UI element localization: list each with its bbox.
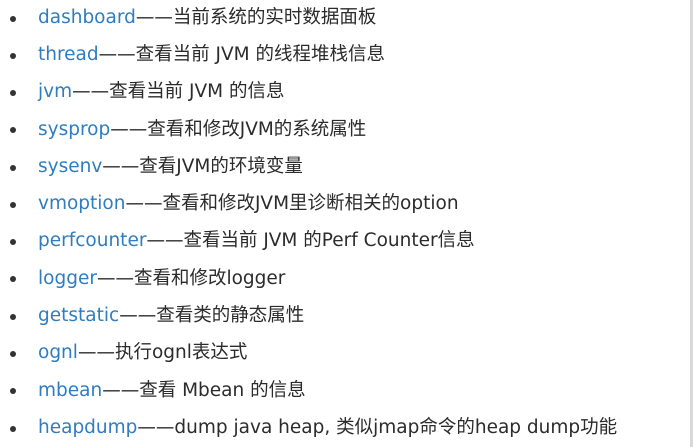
bullet-icon [10, 388, 16, 395]
command-description: ——执行ognl表达式 [77, 342, 248, 364]
list-item: sysprop——查看和修改JVM的系统属性 [0, 111, 688, 148]
bullet-icon [10, 425, 16, 432]
command-description: ——查看和修改JVM里诊断相关的option [125, 193, 459, 215]
list-item: dashboard——当前系统的实时数据面板 [0, 0, 688, 36]
command-link-vmoption[interactable]: vmoption [38, 193, 125, 214]
bullet-icon [10, 16, 16, 22]
command-description: ——查看和修改JVM的系统属性 [110, 118, 367, 140]
list-item: thread——查看当前 JVM 的线程堆栈信息 [0, 36, 688, 73]
command-description: ——查看当前 JVM 的信息 [72, 81, 285, 103]
command-link-thread[interactable]: thread [38, 44, 99, 65]
list-item: ognl——执行ognl表达式 [0, 334, 688, 371]
bullet-icon [10, 52, 16, 59]
bullet-icon [10, 313, 16, 320]
command-description: ——查看和修改logger [96, 267, 286, 289]
list-item: jvm——查看当前 JVM 的信息 [0, 73, 688, 110]
command-link-logger[interactable]: logger [38, 268, 97, 289]
command-list: dashboard——当前系统的实时数据面板 thread——查看当前 JVM … [0, 0, 688, 446]
command-link-sysenv[interactable]: sysenv [38, 156, 102, 177]
bullet-icon [10, 201, 16, 208]
command-description: ——查看当前 JVM 的Perf Counter信息 [146, 230, 475, 252]
list-item: perfcounter——查看当前 JVM 的Perf Counter信息 [0, 222, 688, 259]
command-description: ——查看当前 JVM 的线程堆栈信息 [98, 44, 385, 65]
list-item: sysenv——查看JVM的环境变量 [0, 148, 688, 185]
bullet-icon [10, 276, 16, 283]
command-link-getstatic[interactable]: getstatic [38, 305, 119, 326]
command-description: ——查看 Mbean 的信息 [102, 379, 306, 401]
command-link-dashboard[interactable]: dashboard [38, 7, 136, 28]
list-item: getstatic——查看类的静态属性 [0, 297, 688, 334]
bullet-icon [10, 239, 16, 246]
command-link-jvm[interactable]: jvm [38, 81, 72, 102]
bullet-icon [10, 164, 16, 171]
list-item: heapdump——dump java heap, 类似jmap命令的heap … [0, 409, 688, 446]
bullet-icon [10, 351, 16, 358]
command-description: ——dump java heap, 类似jmap命令的heap dump功能 [137, 416, 618, 438]
command-description: ——查看类的静态属性 [119, 305, 305, 327]
list-item: logger——查看和修改logger [0, 260, 688, 297]
list-item: mbean——查看 Mbean 的信息 [0, 372, 688, 409]
command-link-sysprop[interactable]: sysprop [38, 119, 110, 140]
list-item: vmoption——查看和修改JVM里诊断相关的option [0, 185, 688, 222]
bullet-icon [10, 89, 16, 96]
command-link-perfcounter[interactable]: perfcounter [38, 230, 146, 251]
command-link-ognl[interactable]: ognl [38, 342, 78, 363]
bullet-icon [10, 127, 16, 134]
command-link-mbean[interactable]: mbean [38, 380, 102, 401]
command-description: ——当前系统的实时数据面板 [135, 7, 377, 28]
command-link-heapdump[interactable]: heapdump [38, 417, 137, 438]
command-description: ——查看JVM的环境变量 [102, 155, 303, 177]
